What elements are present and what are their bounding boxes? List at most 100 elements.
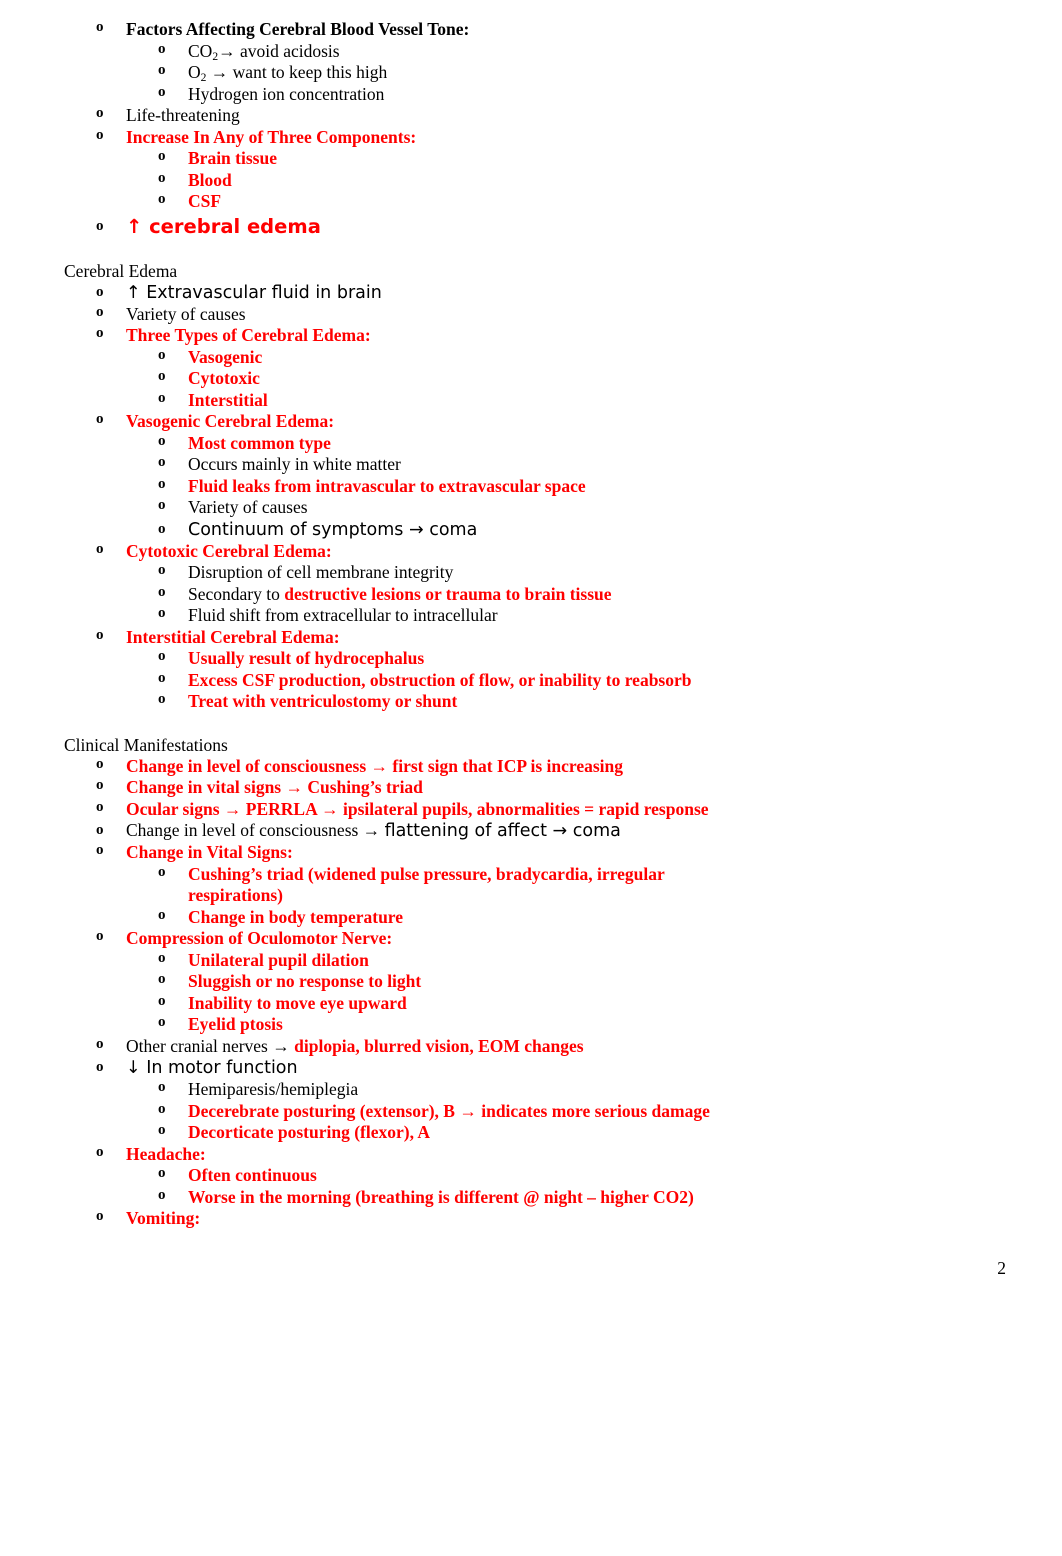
section-icp-factors: o Factors Affecting Cerebral Blood Vesse… xyxy=(0,19,1062,239)
list-item-label: Decerebrate posturing (extensor), B → in… xyxy=(188,1100,710,1121)
list-item-label: Change in level of consciousness → first… xyxy=(126,755,623,776)
list-item-label: Disruption of cell membrane integrity xyxy=(188,562,454,582)
bullet-glyph: o xyxy=(158,40,166,57)
emphasis-text: flattening of affect → coma xyxy=(384,821,621,841)
list-item-label: Factors Affecting Cerebral Blood Vessel … xyxy=(126,19,470,39)
list-item: o Usually result of hydrocephalus xyxy=(0,648,1062,670)
prefix-text: Change in level of consciousness → xyxy=(126,820,385,840)
list-item: o Compression of Oculomotor Nerve: xyxy=(0,928,1062,950)
list-item-label: Excess CSF production, obstruction of fl… xyxy=(188,669,692,690)
prefix-text: Other cranial nerves → xyxy=(126,1035,295,1056)
list-item-label: Occurs mainly in white matter xyxy=(188,454,401,474)
list-item: o Ocular signs → PERRLA → ipsilateral pu… xyxy=(0,799,1062,821)
list-item: o Unilateral pupil dilation xyxy=(0,950,1062,972)
bullet-glyph: o xyxy=(158,191,166,207)
bullet-glyph: o xyxy=(158,368,166,384)
list-item: o Brain tissue xyxy=(0,148,1062,170)
bullet-glyph: o xyxy=(158,605,166,621)
list-item: o Interstitial xyxy=(0,390,1062,412)
bullet-glyph: o xyxy=(158,148,166,164)
bullet-glyph: o xyxy=(96,777,104,793)
bullet-glyph: o xyxy=(96,1059,104,1075)
bullet-glyph: o xyxy=(96,928,104,944)
list-item: o Cytotoxic Cerebral Edema: xyxy=(0,541,1062,563)
o2-text: O xyxy=(188,62,201,82)
list-item-label: Variety of causes xyxy=(188,497,308,517)
list-item: o ↑ Extravascular fluid in brain xyxy=(0,282,1062,304)
list-item-label: Cushing’s triad (widened pulse pressure,… xyxy=(188,863,665,906)
bullet-glyph: o xyxy=(96,126,104,143)
list-item-label: Compression of Oculomotor Nerve: xyxy=(126,928,393,948)
bullet-glyph: o xyxy=(158,62,166,78)
bullet-glyph: o xyxy=(158,475,166,492)
list-item: o Hemiparesis/hemiplegia xyxy=(0,1079,1062,1101)
section-heading: Cerebral Edema xyxy=(64,260,178,281)
list-item: o Occurs mainly in white matter xyxy=(0,454,1062,476)
bullet-glyph: o xyxy=(158,1165,166,1181)
list-item: o Secondary to destructive lesions or tr… xyxy=(0,584,1062,606)
bullet-glyph: o xyxy=(96,105,104,121)
list-item: o Factors Affecting Cerebral Blood Vesse… xyxy=(0,19,1062,41)
bullet-glyph: o xyxy=(158,497,166,513)
top-spacer xyxy=(0,0,1062,19)
bullet-glyph: o xyxy=(96,325,104,341)
bullet-glyph: o xyxy=(158,389,166,406)
list-item-label: Ocular signs → PERRLA → ipsilateral pupi… xyxy=(126,798,709,819)
list-item: o Change in Vital Signs: xyxy=(0,842,1062,864)
bullet-glyph: o xyxy=(158,562,166,578)
list-item-label: Increase In Any of Three Components: xyxy=(126,126,417,147)
bullet-glyph: o xyxy=(158,669,166,686)
list-item-label: Change in vital signs → Cushing’s triad xyxy=(126,777,423,797)
list-item: o Excess CSF production, obstruction of … xyxy=(0,670,1062,692)
list-item: o Sluggish or no response to light xyxy=(0,971,1062,993)
list-item: o Hydrogen ion concentration xyxy=(0,84,1062,106)
section-cerebral-edema: Cerebral Edema o ↑ Extravascular fluid i… xyxy=(0,261,1062,713)
list-item-label: ↑ cerebral edema xyxy=(126,214,321,238)
list-item-label: Life-threatening xyxy=(126,105,240,125)
list-item: o Cytotoxic xyxy=(0,368,1062,390)
list-item: o Continuum of symptoms → coma xyxy=(0,519,1062,541)
bullet-glyph: o xyxy=(158,971,166,987)
bullet-glyph: o xyxy=(96,19,104,35)
list-item: o CSF xyxy=(0,191,1062,213)
list-item-label: Most common type xyxy=(188,432,331,453)
list-item-label: Decorticate posturing (flexor), A xyxy=(188,1122,431,1142)
list-item-label: Fluid leaks from intravascular to extrav… xyxy=(188,475,586,496)
list-item-label: Variety of causes xyxy=(126,303,246,324)
list-item-label: Eyelid ptosis xyxy=(188,1014,283,1034)
list-item-label: CO2→ avoid acidosis xyxy=(188,41,1062,63)
bullet-glyph: o xyxy=(158,648,166,664)
bullet-glyph: o xyxy=(158,691,166,707)
list-item-label: Unilateral pupil dilation xyxy=(188,949,369,970)
page-number: 2 xyxy=(997,1258,1006,1278)
list-item: o Change in level of consciousness → fla… xyxy=(0,820,1062,842)
list-item-label: Change in body temperature xyxy=(188,906,404,927)
bullet-glyph: o xyxy=(96,798,104,815)
list-item-label: Sluggish or no response to light xyxy=(188,971,422,991)
bullet-glyph: o xyxy=(96,842,104,858)
list-item: o Life-threatening xyxy=(0,105,1062,127)
list-item-label: Hemiparesis/hemiplegia xyxy=(188,1079,359,1099)
bullet-glyph: o xyxy=(158,949,166,966)
list-item-label: Change in level of consciousness → flatt… xyxy=(126,820,1062,842)
bullet-glyph: o xyxy=(96,1143,104,1160)
list-item: o Treat with ventriculostomy or shunt xyxy=(0,691,1062,713)
bullet-glyph: o xyxy=(158,1014,166,1030)
bullet-glyph: o xyxy=(158,454,166,470)
list-item-label: Headache: xyxy=(126,1143,206,1164)
list-item: o Decorticate posturing (flexor), A xyxy=(0,1122,1062,1144)
list-item-label: Change in Vital Signs: xyxy=(126,842,293,862)
list-item-label: Blood xyxy=(188,169,232,190)
list-item: o CO2→ avoid acidosis xyxy=(0,41,1062,63)
bullet-glyph: o xyxy=(96,411,104,427)
list-item: o Interstitial Cerebral Edema: xyxy=(0,627,1062,649)
list-item: o Change in body temperature xyxy=(0,907,1062,929)
bullet-glyph: o xyxy=(158,583,166,600)
list-item-label: Brain tissue xyxy=(188,148,277,168)
list-item-label: Secondary to destructive lesions or trau… xyxy=(188,584,1062,606)
list-item-label: Interstitial Cerebral Edema: xyxy=(126,626,340,647)
list-item: o Worse in the morning (breathing is dif… xyxy=(0,1187,1062,1209)
bullet-glyph: o xyxy=(158,906,166,923)
list-item: o Often continuous xyxy=(0,1165,1062,1187)
